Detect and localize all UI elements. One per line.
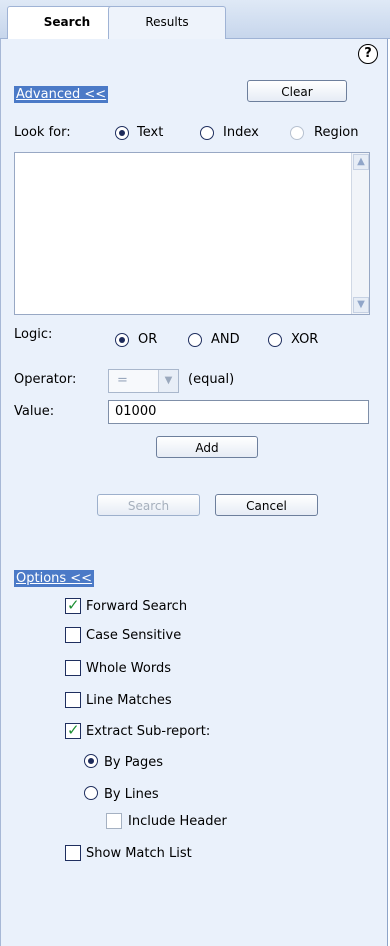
scroll-up-icon[interactable]: ▲ — [353, 154, 369, 170]
value-label: Value: — [14, 404, 55, 419]
look-for-text-label: Text — [137, 125, 164, 140]
show-match-list-label: Show Match List — [86, 846, 192, 861]
search-textarea[interactable]: ▲ ▼ — [14, 152, 370, 315]
value-input[interactable]: 01000 — [108, 400, 369, 424]
look-for-region-label: Region — [314, 125, 359, 140]
operator-select[interactable]: = ▼ — [108, 369, 179, 393]
whole-words-label: Whole Words — [86, 661, 171, 676]
extract-subreport-label: Extract Sub-report: — [86, 724, 211, 739]
by-pages-label: By Pages — [104, 755, 163, 770]
by-pages-radio[interactable] — [84, 754, 98, 768]
by-lines-label: By Lines — [104, 787, 159, 802]
whole-words-checkbox[interactable] — [65, 660, 81, 676]
forward-search-checkbox[interactable] — [65, 596, 81, 614]
logic-and-radio[interactable] — [188, 333, 202, 347]
look-for-text-radio[interactable] — [115, 126, 129, 140]
advanced-toggle[interactable]: Advanced << — [14, 86, 109, 103]
search-panel — [0, 0, 388, 946]
logic-or-label: OR — [138, 332, 158, 347]
scroll-down-icon[interactable]: ▼ — [353, 297, 369, 313]
operator-description: (equal) — [188, 372, 235, 387]
logic-label: Logic: — [14, 327, 53, 342]
look-for-index-radio[interactable] — [200, 126, 214, 140]
logic-xor-label: XOR — [291, 332, 319, 347]
options-toggle[interactable]: Options << — [14, 570, 95, 587]
logic-or-radio[interactable] — [115, 333, 129, 347]
help-icon[interactable]: ? — [358, 44, 378, 64]
tab-results[interactable]: Results — [108, 6, 226, 39]
clear-button[interactable]: Clear — [247, 80, 347, 102]
show-match-list-checkbox[interactable] — [65, 845, 81, 861]
by-lines-radio[interactable] — [84, 786, 98, 800]
case-sensitive-checkbox[interactable] — [65, 627, 81, 643]
line-matches-label: Line Matches — [86, 693, 172, 708]
line-matches-checkbox[interactable] — [65, 692, 81, 708]
look-for-label: Look for: — [14, 125, 71, 140]
add-button[interactable]: Add — [156, 436, 258, 458]
operator-value: = — [117, 373, 128, 388]
look-for-region-radio[interactable] — [290, 126, 304, 140]
tab-strip: Search Results — [0, 0, 390, 39]
operator-label: Operator: — [14, 372, 77, 387]
cancel-button[interactable]: Cancel — [215, 494, 318, 516]
forward-search-label: Forward Search — [86, 599, 188, 614]
case-sensitive-label: Case Sensitive — [86, 628, 182, 643]
search-button[interactable]: Search — [97, 494, 200, 516]
logic-and-label: AND — [211, 332, 240, 347]
chevron-down-icon[interactable]: ▼ — [158, 370, 178, 392]
extract-subreport-checkbox[interactable] — [65, 721, 81, 739]
include-header-checkbox[interactable] — [106, 813, 122, 829]
look-for-index-label: Index — [223, 125, 259, 140]
textarea-scrollbar[interactable]: ▲ ▼ — [351, 153, 369, 314]
logic-xor-radio[interactable] — [268, 333, 282, 347]
include-header-label: Include Header — [128, 814, 227, 829]
